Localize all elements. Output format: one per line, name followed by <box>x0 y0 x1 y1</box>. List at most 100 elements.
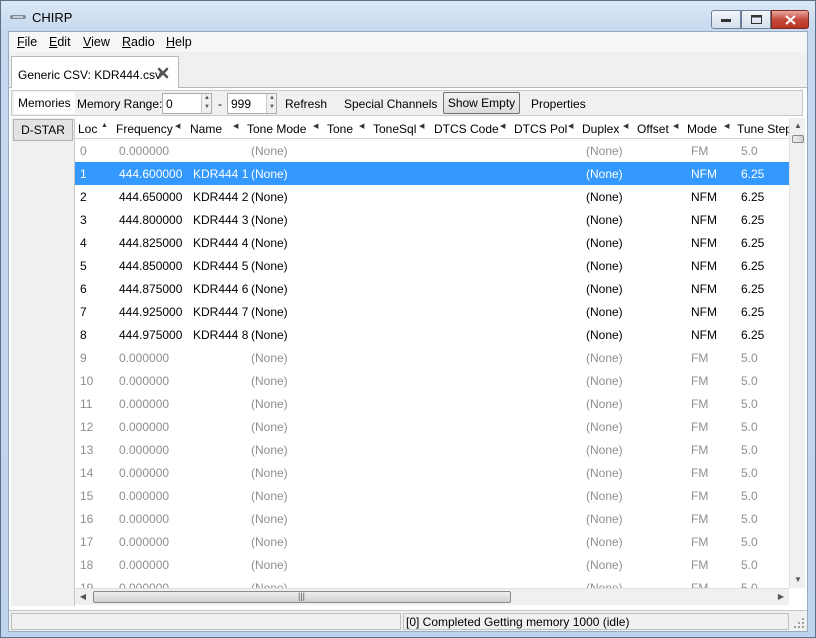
cell-mode[interactable]: NFM <box>691 167 717 181</box>
cell-freq[interactable]: 444.600000 <box>119 167 182 181</box>
cell-duplex[interactable]: (None) <box>586 305 623 319</box>
table-row[interactable]: 16 0.000000 (None) (None) FM 5.0 <box>75 507 789 530</box>
cell-mode[interactable]: NFM <box>691 259 717 273</box>
cell-tone-mode[interactable]: (None) <box>251 144 288 158</box>
cell-mode[interactable]: FM <box>691 374 708 388</box>
cell-name[interactable]: KDR444 5 <box>193 259 248 273</box>
cell-freq[interactable]: 0.000000 <box>119 397 169 411</box>
cell-tone-mode[interactable]: (None) <box>251 558 288 572</box>
cell-duplex[interactable]: (None) <box>586 535 623 549</box>
table-row[interactable]: 11 0.000000 (None) (None) FM 5.0 <box>75 392 789 415</box>
cell-loc[interactable]: 4 <box>80 236 87 250</box>
cell-step[interactable]: 6.25 <box>741 328 764 342</box>
cell-duplex[interactable]: (None) <box>586 489 623 503</box>
cell-freq[interactable]: 444.850000 <box>119 259 182 273</box>
table-row[interactable]: 7 444.925000 KDR444 7 (None) (None) NFM 6.25 <box>75 300 789 323</box>
cell-tone-mode[interactable]: (None) <box>251 397 288 411</box>
menu-radio[interactable]: Radio <box>122 35 155 49</box>
cell-duplex[interactable]: (None) <box>586 397 623 411</box>
scroll-left-icon[interactable]: ◀ <box>75 589 91 605</box>
column-resize-icon[interactable]: ◀ <box>500 122 505 130</box>
cell-step[interactable]: 5.0 <box>741 351 758 365</box>
cell-freq[interactable]: 0.000000 <box>119 512 169 526</box>
cell-step[interactable]: 5.0 <box>741 512 758 526</box>
cell-freq[interactable]: 0.000000 <box>119 489 169 503</box>
table-row[interactable]: 4 444.825000 KDR444 4 (None) (None) NFM 6.25 <box>75 231 789 254</box>
cell-mode[interactable]: FM <box>691 535 708 549</box>
table-row[interactable]: 18 0.000000 (None) (None) FM 5.0 <box>75 553 789 576</box>
column-header[interactable]: Name <box>190 118 222 139</box>
cell-step[interactable]: 5.0 <box>741 489 758 503</box>
cell-mode[interactable]: FM <box>691 466 708 480</box>
column-header[interactable]: Offset <box>637 118 669 139</box>
column-header[interactable]: Tone Mode <box>247 118 306 139</box>
cell-freq[interactable]: 0.000000 <box>119 466 169 480</box>
cell-tone-mode[interactable]: (None) <box>251 213 288 227</box>
horizontal-scroll-thumb[interactable]: ||| <box>93 591 511 603</box>
column-resize-icon[interactable]: ◀ <box>313 122 318 130</box>
cell-tone-mode[interactable]: (None) <box>251 466 288 480</box>
column-header[interactable]: Mode <box>687 118 717 139</box>
cell-mode[interactable]: FM <box>691 443 708 457</box>
title-bar[interactable]: CHIRP <box>1 1 815 31</box>
cell-loc[interactable]: 0 <box>80 144 87 158</box>
menu-help[interactable]: Help <box>166 35 192 49</box>
close-window-button[interactable] <box>771 10 809 29</box>
cell-step[interactable]: 6.25 <box>741 167 764 181</box>
table-row[interactable]: 3 444.800000 KDR444 3 (None) (None) NFM 6.25 <box>75 208 789 231</box>
cell-freq[interactable]: 0.000000 <box>119 374 169 388</box>
cell-duplex[interactable]: (None) <box>586 443 623 457</box>
cell-freq[interactable]: 0.000000 <box>119 581 169 588</box>
refresh-button[interactable]: Refresh <box>285 97 327 111</box>
cell-loc[interactable]: 6 <box>80 282 87 296</box>
range-start-value[interactable]: 0 <box>166 97 173 111</box>
cell-step[interactable]: 6.25 <box>741 259 764 273</box>
vertical-scrollbar[interactable]: ▲ ▼ <box>789 118 805 588</box>
cell-freq[interactable]: 0.000000 <box>119 558 169 572</box>
cell-mode[interactable]: NFM <box>691 190 717 204</box>
cell-mode[interactable]: FM <box>691 558 708 572</box>
cell-name[interactable]: KDR444 8 <box>193 328 248 342</box>
cell-loc[interactable]: 19 <box>80 581 93 588</box>
column-resize-icon[interactable]: ◀ <box>419 122 424 130</box>
column-resize-icon[interactable]: ◀ <box>359 122 364 130</box>
cell-freq[interactable]: 0.000000 <box>119 420 169 434</box>
cell-freq[interactable]: 444.825000 <box>119 236 182 250</box>
cell-step[interactable]: 5.0 <box>741 420 758 434</box>
cell-loc[interactable]: 18 <box>80 558 93 572</box>
cell-loc[interactable]: 1 <box>80 167 87 181</box>
cell-loc[interactable]: 9 <box>80 351 87 365</box>
cell-tone-mode[interactable]: (None) <box>251 581 288 588</box>
cell-duplex[interactable]: (None) <box>586 190 623 204</box>
cell-duplex[interactable]: (None) <box>586 351 623 365</box>
cell-mode[interactable]: FM <box>691 489 708 503</box>
cell-tone-mode[interactable]: (None) <box>251 282 288 296</box>
spin-down-icon[interactable]: ▼ <box>203 103 211 112</box>
cell-freq[interactable]: 444.800000 <box>119 213 182 227</box>
cell-loc[interactable]: 5 <box>80 259 87 273</box>
cell-duplex[interactable]: (None) <box>586 167 623 181</box>
cell-freq[interactable]: 444.975000 <box>119 328 182 342</box>
cell-freq[interactable]: 444.925000 <box>119 305 182 319</box>
cell-loc[interactable]: 13 <box>80 443 93 457</box>
cell-mode[interactable]: FM <box>691 397 708 411</box>
spin-up-icon[interactable]: ▲ <box>203 94 211 103</box>
cell-loc[interactable]: 8 <box>80 328 87 342</box>
cell-duplex[interactable]: (None) <box>586 259 623 273</box>
cell-mode[interactable]: NFM <box>691 282 717 296</box>
cell-name[interactable]: KDR444 2 <box>193 190 248 204</box>
table-row[interactable]: 12 0.000000 (None) (None) FM 5.0 <box>75 415 789 438</box>
cell-step[interactable]: 5.0 <box>741 443 758 457</box>
menu-edit[interactable]: Edit <box>49 35 71 49</box>
table-row[interactable]: 5 444.850000 KDR444 5 (None) (None) NFM 6.25 <box>75 254 789 277</box>
table-row[interactable]: 13 0.000000 (None) (None) FM 5.0 <box>75 438 789 461</box>
table-row[interactable]: 17 0.000000 (None) (None) FM 5.0 <box>75 530 789 553</box>
cell-freq[interactable]: 0.000000 <box>119 144 169 158</box>
spin-down-icon[interactable]: ▼ <box>268 103 276 112</box>
cell-step[interactable]: 6.25 <box>741 190 764 204</box>
cell-mode[interactable]: FM <box>691 420 708 434</box>
table-row[interactable]: 0 0.000000 (None) (None) FM 5.0 <box>75 139 789 162</box>
cell-mode[interactable]: NFM <box>691 328 717 342</box>
cell-step[interactable]: 5.0 <box>741 144 758 158</box>
cell-mode[interactable]: FM <box>691 351 708 365</box>
